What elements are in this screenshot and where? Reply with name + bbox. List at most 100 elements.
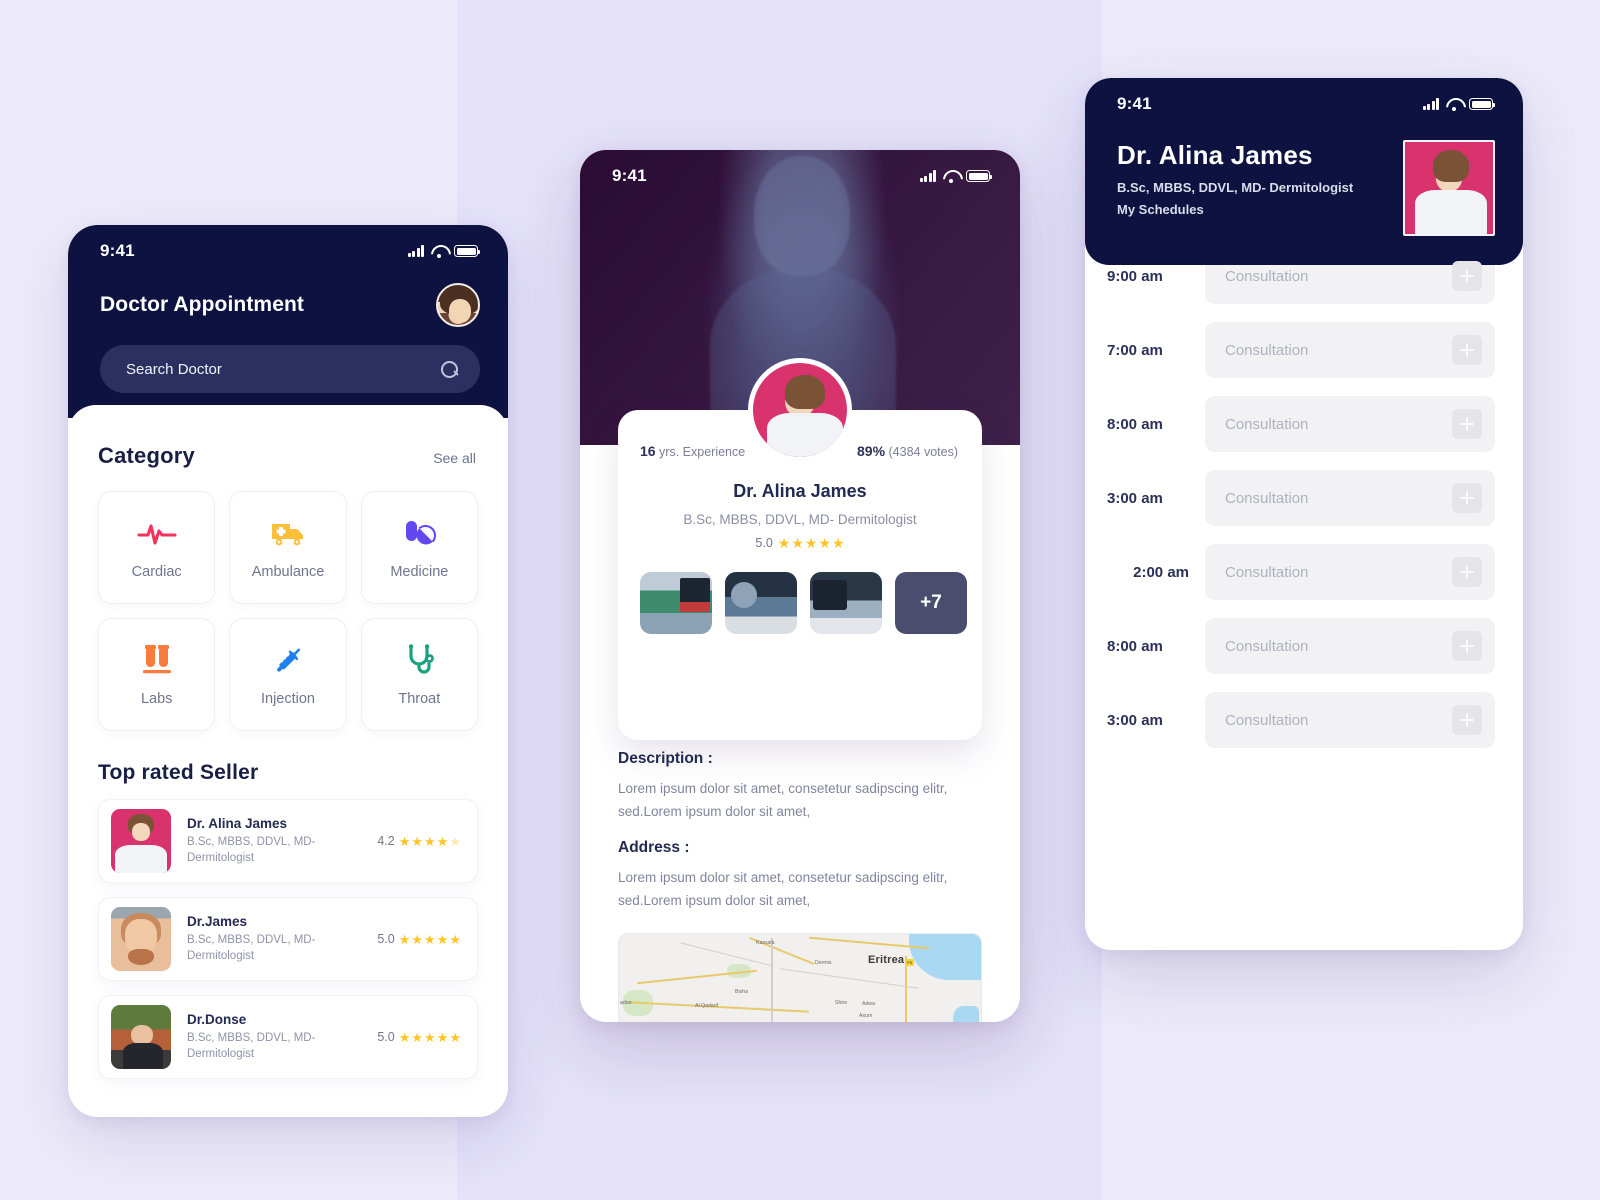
search-icon[interactable] [441, 360, 458, 378]
plus-icon[interactable] [1452, 261, 1482, 291]
schedule-time: 8:00 am [1107, 415, 1163, 433]
map-label: Axum [859, 1012, 873, 1019]
schedule-placeholder: Consultation [1225, 711, 1309, 729]
category-item-ambulance[interactable]: Ambulance [229, 491, 347, 604]
schedule-input[interactable]: Consultation [1205, 396, 1495, 452]
doctor-degree: B.Sc, MBBS, DDVL, MD- Dermitologist [187, 1031, 316, 1060]
status-badge: 5.0 ★ ★ ★ ★ ★ [377, 932, 461, 946]
table-row[interactable]: Dr.James B.Sc, MBBS, DDVL, MD- Dermitolo… [98, 897, 478, 981]
schedule-placeholder: Consultation [1225, 637, 1309, 655]
doctor-name: Dr.Donse [187, 1011, 247, 1027]
schedule-time: 3:00 am [1107, 711, 1163, 729]
category-item-labs[interactable]: Labs [98, 618, 216, 731]
signal-bars-icon [919, 170, 936, 182]
map-label: Dermis [815, 959, 832, 966]
phone-screen-schedules: 9:41 Dr. Alina James B.Sc, MBBS, DDVL, M… [1085, 78, 1523, 950]
battery-icon [454, 245, 481, 257]
ambulance-icon [268, 516, 308, 550]
description-heading: Description : [618, 750, 713, 767]
search-placeholder: Search Doctor [126, 360, 222, 378]
map-thumbnail[interactable]: P3 Kassala Eritrea Dermis Al Qadarif Bis… [618, 932, 982, 1022]
category-label: Throat [398, 690, 441, 707]
schedule-input[interactable]: Consultation [1205, 544, 1495, 600]
map-label: Shire [835, 999, 848, 1006]
table-row[interactable]: Dr. Alina James B.Sc, MBBS, DDVL, MD- De… [98, 799, 478, 883]
schedule-placeholder: Consultation [1225, 489, 1309, 507]
list-item: 8:00 am Consultation [1085, 600, 1523, 674]
category-item-injection[interactable]: Injection [229, 618, 347, 731]
doctor-photo-outdoor [111, 1005, 171, 1069]
category-title: Category [98, 443, 195, 468]
heartbeat-icon [137, 516, 177, 550]
pills-icon [399, 516, 439, 550]
map-label: adan [620, 999, 632, 1006]
page-title: Doctor Appointment [100, 293, 304, 316]
rating-stars: ★ ★ ★ ★ ★ [398, 1029, 461, 1045]
status-time: 9:41 [612, 166, 647, 185]
category-item-throat[interactable]: Throat [360, 618, 478, 731]
category-header: Category See all [68, 405, 508, 469]
experience-value: 16 [640, 443, 656, 459]
category-label: Ambulance [251, 563, 325, 580]
table-row[interactable]: Dr.Donse B.Sc, MBBS, DDVL, MD- Dermitolo… [98, 995, 478, 1079]
schedule-input[interactable]: Consultation [1205, 692, 1495, 748]
address-heading: Address : [618, 839, 690, 857]
schedule-placeholder: Consultation [1225, 415, 1309, 433]
gallery-more-button[interactable]: +7 [895, 572, 967, 634]
list-item: 7:00 am Consultation [1085, 304, 1523, 378]
user-avatar[interactable] [436, 283, 480, 327]
rating-stars: ★ ★ ★ ★ ★ [398, 931, 461, 947]
phone-screen-doctor-detail: 9:41 16 yrs. Experience 89% (4384 votes)… [580, 150, 1020, 1022]
surgery-photo-1[interactable] [640, 572, 712, 634]
syringe-icon [268, 643, 308, 677]
status-time: 9:41 [1117, 94, 1152, 113]
rating-stars: ★ ★ ★ ★ ★ [777, 535, 845, 551]
surgery-photo-3[interactable] [810, 572, 882, 634]
schedule-time: 9:00 am [1107, 267, 1163, 285]
category-item-medicine[interactable]: Medicine [360, 491, 478, 604]
schedule-input[interactable]: Consultation [1205, 470, 1495, 526]
home-title-row: Doctor Appointment [68, 261, 508, 327]
doctor-info: Dr.Donse B.Sc, MBBS, DDVL, MD- Dermitolo… [171, 1012, 377, 1062]
description-text: Lorem ipsum dolor sit amet, consetetur s… [618, 781, 948, 819]
phone-screen-home: 9:41 Doctor Appointment Search Doctor Ca… [68, 225, 508, 1117]
search-input[interactable]: Search Doctor [100, 345, 480, 393]
test-tubes-icon [137, 643, 177, 677]
experience-label: yrs. Experience [655, 445, 746, 459]
rating-value: 5.0 [755, 536, 773, 550]
schedules-header-main: Dr. Alina James B.Sc, MBBS, DDVL, MD- De… [1085, 114, 1523, 236]
home-header: 9:41 Doctor Appointment Search Doctor [68, 225, 508, 418]
category-label: Cardiac [131, 563, 182, 580]
category-item-cardiac[interactable]: Cardiac [98, 491, 216, 604]
list-item: 3:00 am Consultation [1085, 452, 1523, 526]
surgery-photo-2[interactable] [725, 572, 797, 634]
doctor-info: Dr.James B.Sc, MBBS, DDVL, MD- Dermitolo… [171, 914, 377, 964]
doctor-profile-card: 16 yrs. Experience 89% (4384 votes) Dr. … [618, 358, 982, 740]
schedule-time: 3:00 am [1107, 489, 1163, 507]
plus-icon[interactable] [1452, 557, 1482, 587]
status-icons [1422, 98, 1496, 111]
plus-icon[interactable] [1452, 483, 1482, 513]
top-rated-title: Top rated Seller [98, 761, 259, 784]
schedule-input[interactable]: Consultation [1205, 618, 1495, 674]
schedule-input[interactable]: Consultation [1205, 322, 1495, 378]
signal-bars-icon [407, 245, 424, 257]
battery-icon [966, 170, 993, 182]
status-icons [407, 245, 481, 258]
wifi-icon [1446, 98, 1462, 111]
plus-icon[interactable] [1452, 409, 1482, 439]
approval-stat: 89% (4384 votes) [857, 443, 958, 459]
plus-icon[interactable] [1452, 335, 1482, 365]
doctor-photo-beard [111, 907, 171, 971]
list-item: 2:00 am Consultation [1085, 526, 1523, 600]
category-see-all-link[interactable]: See all [433, 450, 476, 466]
doctor-name: Dr. Alina James [733, 481, 867, 501]
plus-icon[interactable] [1452, 705, 1482, 735]
doctor-name: Dr.James [187, 913, 248, 929]
schedules-header: 9:41 Dr. Alina James B.Sc, MBBS, DDVL, M… [1085, 78, 1523, 265]
plus-icon[interactable] [1452, 631, 1482, 661]
map-label: Bisha [735, 988, 748, 995]
address-text: Lorem ipsum dolor sit amet, consetetur s… [618, 870, 948, 909]
wifi-icon [431, 245, 447, 258]
doctor-photo-pink [1403, 140, 1495, 236]
